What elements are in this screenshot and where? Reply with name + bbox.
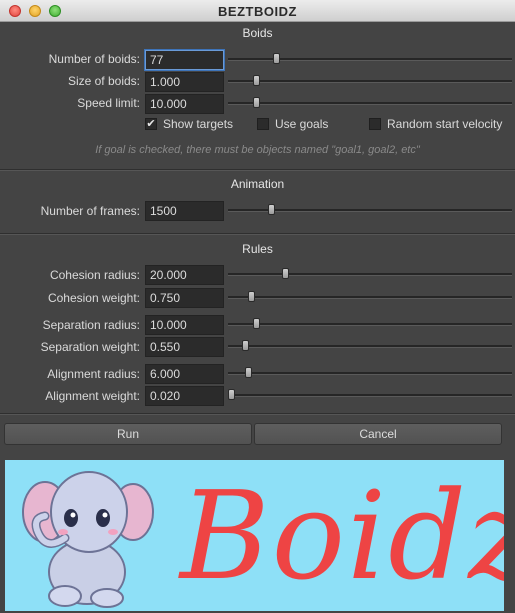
show-targets-label: Show targets <box>163 117 234 131</box>
animation-section-title: Animation <box>230 177 285 191</box>
section-divider <box>0 413 515 415</box>
size-of-boids-slider[interactable] <box>228 75 512 86</box>
cohesion-weight-slider-thumb[interactable] <box>248 291 255 302</box>
cohesion-radius-label: Cohesion radius: <box>49 268 140 282</box>
alignment-weight-label: Alignment weight: <box>45 389 140 403</box>
title-bar: BEZTBOIDZ <box>0 0 515 22</box>
boidz-banner-image: Boidz <box>5 460 504 611</box>
window-title: BEZTBOIDZ <box>218 4 297 19</box>
boidz-banner-text: Boidz <box>180 465 504 607</box>
speed-limit-slider[interactable] <box>228 97 512 108</box>
number-of-frames-field[interactable]: 1500 <box>145 201 224 221</box>
number-of-boids-slider[interactable] <box>228 53 512 64</box>
use-goals-checkbox[interactable]: Use goals <box>257 116 328 132</box>
size-of-boids-slider-thumb[interactable] <box>253 75 260 86</box>
run-button[interactable]: Run <box>4 423 252 445</box>
cohesion-radius-field[interactable]: 20.000 <box>145 265 224 285</box>
alignment-weight-field[interactable]: 0.020 <box>145 386 224 406</box>
rules-section-title: Rules <box>242 242 273 256</box>
cohesion-weight-field[interactable]: 0.750 <box>145 288 224 308</box>
number-of-boids-slider-thumb[interactable] <box>273 53 280 64</box>
speed-limit-slider-thumb[interactable] <box>253 97 260 108</box>
section-divider <box>0 233 515 235</box>
cohesion-radius-slider-thumb[interactable] <box>282 268 289 279</box>
speed-limit-label: Speed limit: <box>77 96 140 110</box>
cancel-button[interactable]: Cancel <box>254 423 502 445</box>
separation-radius-slider-thumb[interactable] <box>253 318 260 329</box>
separation-weight-slider-thumb[interactable] <box>242 340 249 351</box>
cohesion-weight-slider[interactable] <box>228 291 512 302</box>
random-start-velocity-checkbox[interactable]: Random start velocity <box>369 116 502 132</box>
alignment-radius-slider-thumb[interactable] <box>245 367 252 378</box>
number-of-boids-label: Number of boids: <box>48 52 140 66</box>
separation-weight-label: Separation weight: <box>40 340 140 354</box>
random-start-velocity-check-icon <box>369 118 381 130</box>
alignment-radius-label: Alignment radius: <box>47 367 140 381</box>
show-targets-check-icon: ✔ <box>145 117 157 130</box>
separation-weight-field[interactable]: 0.550 <box>145 337 224 357</box>
boids-section-title: Boids <box>242 26 273 40</box>
show-targets-checkbox[interactable]: ✔ Show targets <box>145 116 233 132</box>
use-goals-label: Use goals <box>275 117 329 131</box>
speed-limit-field[interactable]: 10.000 <box>145 94 224 114</box>
size-of-boids-label: Size of boids: <box>67 74 140 88</box>
random-start-velocity-label: Random start velocity <box>387 117 503 131</box>
goal-hint-text: If goal is checked, there must be object… <box>95 144 420 156</box>
section-divider <box>0 169 515 171</box>
cohesion-radius-slider[interactable] <box>228 268 512 279</box>
number-of-frames-slider-thumb[interactable] <box>268 204 275 215</box>
cohesion-weight-label: Cohesion weight: <box>47 291 140 305</box>
size-of-boids-field[interactable]: 1.000 <box>145 72 224 92</box>
separation-radius-field[interactable]: 10.000 <box>145 315 224 335</box>
number-of-frames-slider[interactable] <box>228 204 512 215</box>
alignment-radius-slider[interactable] <box>228 367 512 378</box>
alignment-weight-slider[interactable] <box>228 389 512 400</box>
alignment-weight-slider-thumb[interactable] <box>228 389 235 400</box>
use-goals-check-icon <box>257 118 269 130</box>
alignment-radius-field[interactable]: 6.000 <box>145 364 224 384</box>
separation-weight-slider[interactable] <box>228 340 512 351</box>
separation-radius-slider[interactable] <box>228 318 512 329</box>
boidz-window: BEZTBOIDZ Boids Number of boids: 77 Size… <box>0 0 515 613</box>
separation-radius-label: Separation radius: <box>42 318 140 332</box>
number-of-boids-field[interactable]: 77 <box>145 50 224 70</box>
number-of-frames-label: Number of frames: <box>40 204 140 218</box>
